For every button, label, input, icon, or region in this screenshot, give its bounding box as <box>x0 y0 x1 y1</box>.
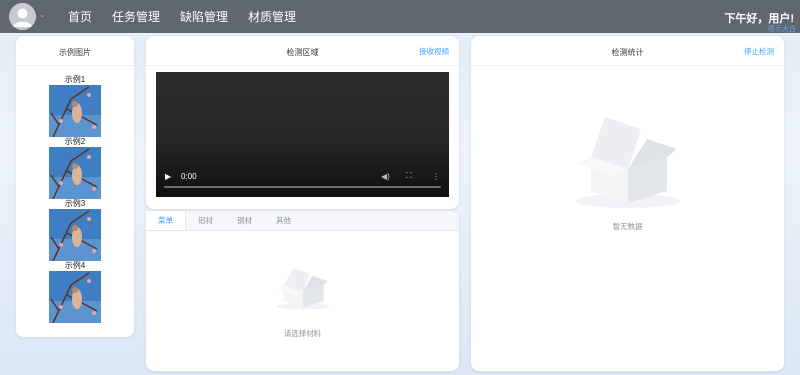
example-item[interactable]: 示例1 <box>49 75 101 137</box>
stop-detection-button[interactable]: 停止检测 <box>744 46 774 57</box>
greeting-subtext: 晤示大白 <box>768 26 796 33</box>
empty-box-icon <box>276 268 330 310</box>
user-avatar[interactable] <box>9 3 36 30</box>
tab-steel[interactable]: 钢材 <box>225 211 264 230</box>
play-icon[interactable]: ▶ <box>165 172 171 181</box>
video-time: 0:00 <box>181 172 197 181</box>
fullscreen-icon[interactable]: ⛶ <box>406 171 412 181</box>
examples-panel-title: 示例图片 <box>59 48 91 57</box>
user-avatar-icon <box>9 3 36 30</box>
example-label: 示例4 <box>64 261 86 270</box>
video-player[interactable]: ▶ 0:00 ◀) ⛶ ⋮ <box>156 72 449 197</box>
detection-panel-header: 检测区域 接收视频 <box>146 36 459 66</box>
examples-panel-header: 示例图片 <box>16 36 134 66</box>
empty-box-icon <box>576 117 680 208</box>
volume-icon[interactable]: ◀) <box>381 172 390 181</box>
nav-item-materials[interactable]: 材质管理 <box>248 8 296 25</box>
statistics-panel: 检测统计 停止检测 暂无数据 <box>471 36 784 371</box>
top-navbar: ⌄ 首页 任务管理 缺陷管理 材质管理 下午好，用户! 晤示大白 <box>0 0 800 33</box>
example-label: 示例2 <box>64 137 86 146</box>
video-progress-bar[interactable] <box>164 186 441 188</box>
example-image[interactable] <box>49 85 101 137</box>
statistics-panel-header: 检测统计 停止检测 <box>471 36 784 66</box>
materials-panel: 菜单 铝材 钢材 其他 请选择材料 <box>146 211 459 371</box>
nav-item-tasks[interactable]: 任务管理 <box>112 8 160 25</box>
nav-item-defects[interactable]: 缺陷管理 <box>180 8 228 25</box>
materials-tabs: 菜单 铝材 钢材 其他 <box>146 211 459 231</box>
receive-video-button[interactable]: 接收视频 <box>419 46 449 57</box>
empty-materials-text: 请选择材料 <box>283 329 322 338</box>
more-options-icon[interactable]: ⋮ <box>432 172 440 181</box>
nav-item-home[interactable]: 首页 <box>68 8 92 25</box>
tab-menu[interactable]: 菜单 <box>146 211 186 230</box>
example-list: 示例1 示例2 示例3 示例4 <box>16 66 134 323</box>
detection-panel: 检测区域 接收视频 ▶ 0:00 ◀) ⛶ ⋮ <box>146 36 459 209</box>
example-image[interactable] <box>49 209 101 261</box>
example-label: 示例3 <box>64 199 86 208</box>
detection-panel-title: 检测区域 <box>286 48 319 57</box>
example-label: 示例1 <box>64 75 86 84</box>
example-item[interactable]: 示例4 <box>49 261 101 323</box>
tab-other[interactable]: 其他 <box>264 211 303 230</box>
examples-panel: 示例图片 示例1 示例2 示例3 示例4 <box>16 36 134 337</box>
example-image[interactable] <box>49 147 101 199</box>
example-item[interactable]: 示例2 <box>49 137 101 199</box>
example-item[interactable]: 示例3 <box>49 199 101 261</box>
main-nav: 首页 任务管理 缺陷管理 材质管理 <box>68 8 316 25</box>
tab-aluminum[interactable]: 铝材 <box>186 211 225 230</box>
example-image[interactable] <box>49 271 101 323</box>
chevron-down-icon[interactable]: ⌄ <box>39 11 47 19</box>
statistics-panel-title: 检测统计 <box>611 48 644 57</box>
empty-stats-text: 暂无数据 <box>612 222 643 231</box>
